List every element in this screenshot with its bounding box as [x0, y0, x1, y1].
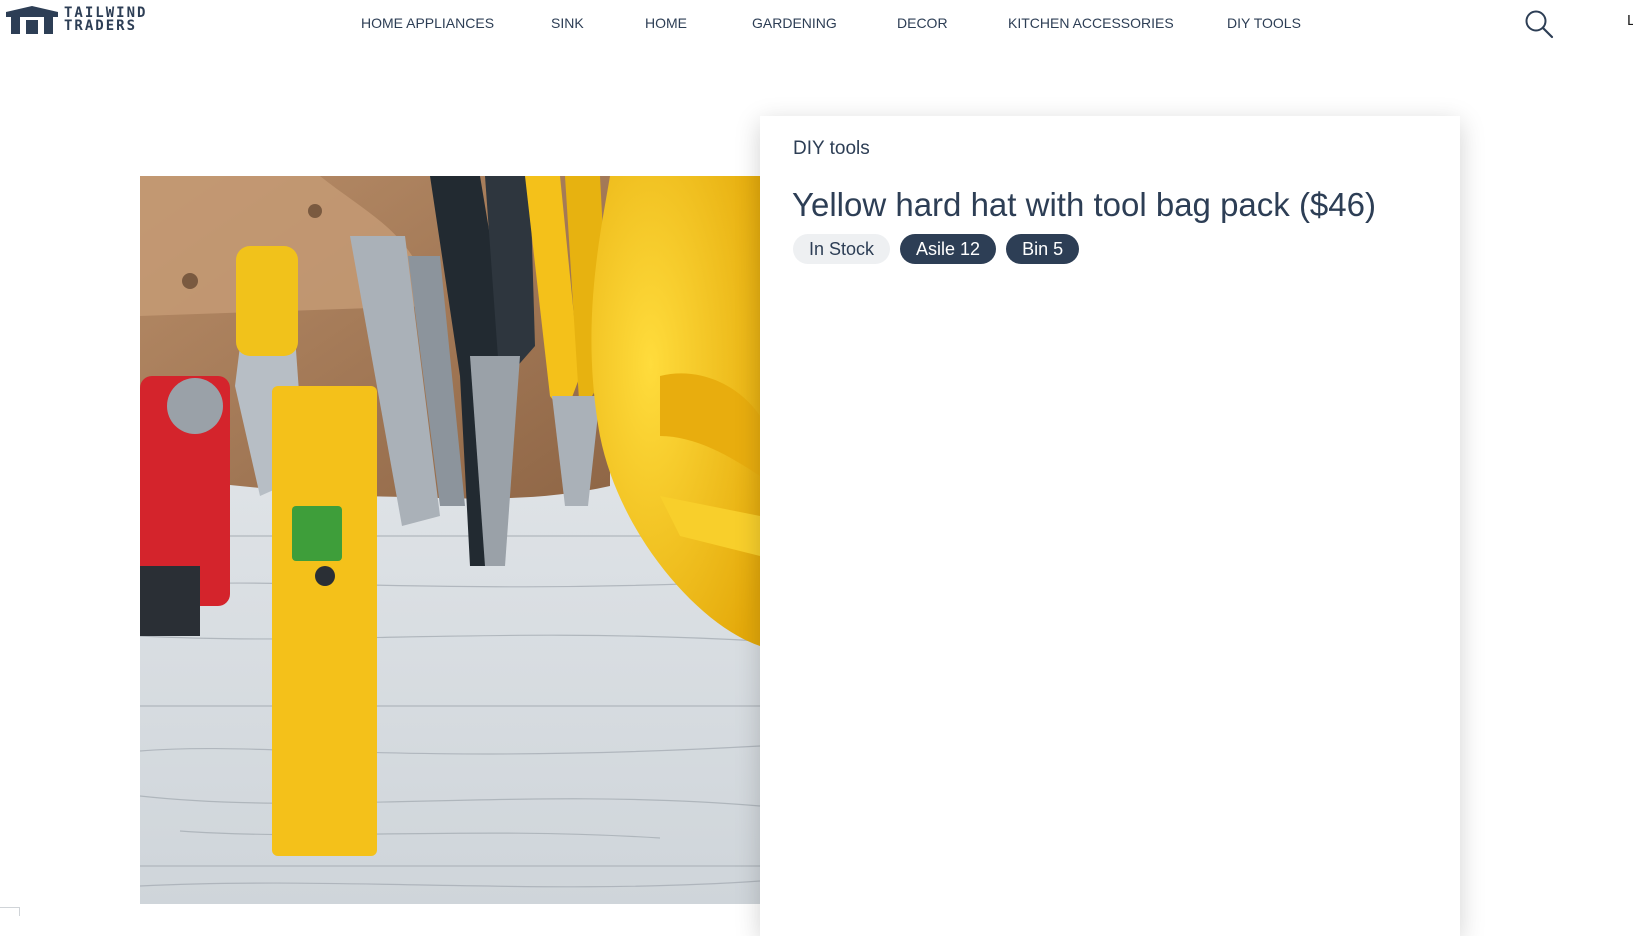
nav-item-gardening[interactable]: GARDENING [752, 15, 837, 31]
header-edge-link[interactable]: L [1627, 12, 1633, 29]
search-icon [1525, 10, 1554, 39]
product-title: Yellow hard hat with tool bag pack ($46) [792, 186, 1376, 223]
nav-item-home[interactable]: HOME [645, 15, 687, 31]
nav-item-decor[interactable]: DECOR [897, 15, 948, 31]
nav-item-sink[interactable]: SINK [551, 15, 584, 31]
bin-badge: Bin 5 [1006, 234, 1080, 264]
nav-item-kitchen-accessories[interactable]: KITCHEN ACCESSORIES [1008, 15, 1174, 31]
nav-item-diy-tools[interactable]: DIY TOOLS [1227, 15, 1301, 31]
product-category[interactable]: DIY tools [793, 138, 870, 160]
product-detail-card: DIY tools Yellow hard hat with tool bag … [760, 116, 1460, 936]
nav-item-home-appliances[interactable]: HOME APPLIANCES [361, 15, 494, 31]
top-navigation-bar: TAILWIND TRADERS HOME APPLIANCES SINK HO… [0, 0, 1633, 48]
tools-illustration [140, 176, 760, 904]
scroll-corner [0, 907, 20, 916]
aisle-badge: Asile 12 [900, 234, 997, 264]
search-button[interactable] [1524, 9, 1554, 39]
product-tags: In Stock Asile 12 Bin 5 [793, 234, 1080, 264]
stock-status-badge: In Stock [793, 234, 891, 264]
product-image [140, 176, 760, 904]
main-nav: HOME APPLIANCES SINK HOME GARDENING DECO… [0, 15, 1633, 35]
